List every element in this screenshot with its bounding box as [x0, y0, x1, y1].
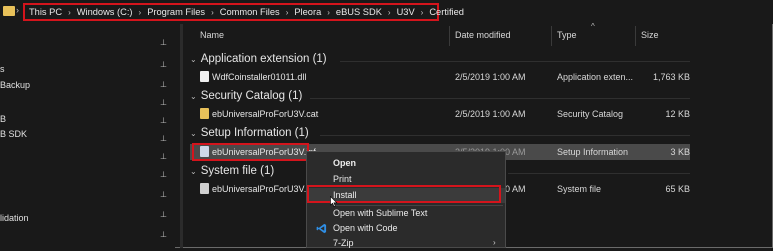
group-header-setup-information[interactable]: ⌄ Setup Information (1) — [190, 127, 309, 139]
file-date: 2/5/2019 1:00 AM — [455, 109, 526, 119]
chevron-down-icon[interactable]: ⌄ — [190, 167, 197, 176]
group-divider — [310, 98, 690, 99]
pin-icon[interactable]: ⊥ — [160, 210, 167, 219]
column-header-date-modified[interactable]: Date modified — [455, 30, 511, 40]
breadcrumb-u3v[interactable]: U3V — [397, 7, 415, 17]
pin-icon[interactable]: ⊥ — [160, 38, 167, 47]
dll-file-icon — [200, 71, 209, 82]
file-date: 2/5/2019 1:00 AM — [455, 72, 526, 82]
group-divider — [508, 173, 690, 174]
chevron-down-icon[interactable]: ⌄ — [190, 92, 197, 101]
sidebar-item-b-sdk[interactable]: B SDK — [0, 129, 27, 139]
breadcrumb-ebus-sdk[interactable]: eBUS SDK — [336, 7, 382, 17]
file-size: 3 KB — [670, 147, 690, 157]
group-label: Security Catalog (1) — [200, 90, 303, 102]
breadcrumb-windows-c[interactable]: Windows (C:) — [77, 7, 133, 17]
file-name: WdfCoinstaller01011.dll — [212, 72, 307, 82]
chevron-right-icon[interactable]: › — [327, 8, 330, 17]
menu-item-open[interactable]: Open — [307, 156, 505, 171]
chevron-right-icon[interactable]: › — [286, 8, 289, 17]
sidebar-item-b[interactable]: B — [0, 114, 6, 124]
file-size: 12 KB — [665, 109, 690, 119]
group-label: Application extension (1) — [200, 53, 327, 65]
pin-icon[interactable]: ⊥ — [160, 230, 167, 239]
sidebar-item-partial[interactable]: s — [0, 64, 5, 74]
menu-item-open-with-sublime[interactable]: Open with Sublime Text — [307, 206, 505, 221]
file-size: 65 KB — [665, 184, 690, 194]
chevron-right-icon[interactable]: › — [139, 8, 142, 17]
highlight-box-inf-file — [192, 143, 309, 161]
breadcrumb-this-pc[interactable]: This PC — [29, 7, 62, 17]
breadcrumb: This PC › Windows (C:) › Program Files ›… — [23, 3, 464, 21]
breadcrumb-pleora[interactable]: Pleora — [294, 7, 321, 17]
pin-icon[interactable]: ⊥ — [160, 98, 167, 107]
menu-item-label: 7-Zip — [333, 238, 354, 248]
pin-icon[interactable]: ⊥ — [160, 116, 167, 125]
sidebar-item-validation[interactable]: lidation — [0, 213, 29, 223]
catalog-file-icon — [200, 108, 209, 119]
column-header-name[interactable]: Name — [200, 30, 224, 40]
menu-item-label: Open with Code — [333, 223, 398, 233]
column-divider[interactable] — [635, 26, 636, 46]
group-header-system-file[interactable]: ⌄ System file (1) — [190, 165, 274, 177]
chevron-down-icon[interactable]: ⌄ — [190, 55, 197, 64]
folder-icon — [3, 6, 15, 16]
menu-item-label: Print — [333, 174, 352, 184]
column-divider[interactable] — [551, 26, 552, 46]
group-header-application-extension[interactable]: ⌄ Application extension (1) — [190, 53, 327, 65]
address-bar[interactable]: › This PC › Windows (C:) › Program Files… — [0, 0, 773, 24]
pin-icon[interactable]: ⊥ — [160, 80, 167, 89]
submenu-arrow-icon: › — [493, 238, 496, 247]
column-header-type[interactable]: Type — [557, 30, 577, 40]
group-header-security-catalog[interactable]: ⌄ Security Catalog (1) — [190, 90, 302, 102]
mouse-cursor-icon — [330, 196, 338, 207]
breadcrumb-common-files[interactable]: Common Files — [220, 7, 280, 17]
menu-item-label: Open with Sublime Text — [333, 208, 428, 218]
file-type: System file — [557, 184, 602, 194]
sys-file-icon — [200, 183, 209, 194]
file-size: 1,763 KB — [652, 72, 690, 82]
breadcrumb-certified[interactable]: Certified — [429, 7, 464, 17]
pin-icon[interactable]: ⊥ — [160, 190, 167, 199]
pin-icon[interactable]: ⊥ — [160, 152, 167, 161]
column-divider[interactable] — [449, 26, 450, 46]
pin-icon[interactable]: ⊥ — [160, 134, 167, 143]
chevron-right-icon[interactable]: › — [211, 8, 214, 17]
pin-icon[interactable]: ⊥ — [160, 170, 167, 179]
file-name: ebUniversalProForU3V.sys — [212, 184, 320, 194]
breadcrumb-program-files[interactable]: Program Files — [147, 7, 205, 17]
chevron-right-icon[interactable]: › — [16, 5, 19, 15]
navigation-pane: s Backup B B SDK lidation ⊥ ⊥ ⊥ ⊥ ⊥ ⊥ ⊥ … — [0, 24, 175, 248]
sidebar-scrollbar[interactable] — [180, 24, 183, 248]
chevron-right-icon[interactable]: › — [68, 8, 71, 17]
file-row-dll[interactable]: WdfCoinstaller01011.dll 2/5/2019 1:00 AM… — [190, 69, 690, 85]
menu-item-7zip[interactable]: 7-Zip › — [307, 236, 505, 251]
file-type: Security Catalog — [557, 109, 624, 119]
file-type: Application exten... — [557, 72, 634, 82]
file-type: Setup Information — [557, 147, 629, 157]
sidebar-item-backup[interactable]: Backup — [0, 80, 30, 90]
vscode-icon — [316, 223, 327, 234]
pin-icon[interactable]: ⊥ — [160, 60, 167, 69]
chevron-right-icon[interactable]: › — [421, 8, 424, 17]
menu-item-open-with-code[interactable]: Open with Code — [307, 221, 505, 236]
column-header-size[interactable]: Size — [641, 30, 659, 40]
group-divider — [340, 61, 690, 62]
group-label: System file (1) — [200, 165, 275, 177]
group-label: Setup Information (1) — [200, 127, 309, 139]
chevron-right-icon[interactable]: › — [388, 8, 391, 17]
group-divider — [320, 135, 690, 136]
sort-caret-icon: ^ — [591, 22, 595, 31]
menu-item-label: Open — [333, 158, 357, 168]
file-name: ebUniversalProForU3V.cat — [212, 109, 319, 119]
file-row-cat[interactable]: ebUniversalProForU3V.cat 2/5/2019 1:00 A… — [190, 106, 690, 122]
chevron-down-icon[interactable]: ⌄ — [190, 129, 197, 138]
